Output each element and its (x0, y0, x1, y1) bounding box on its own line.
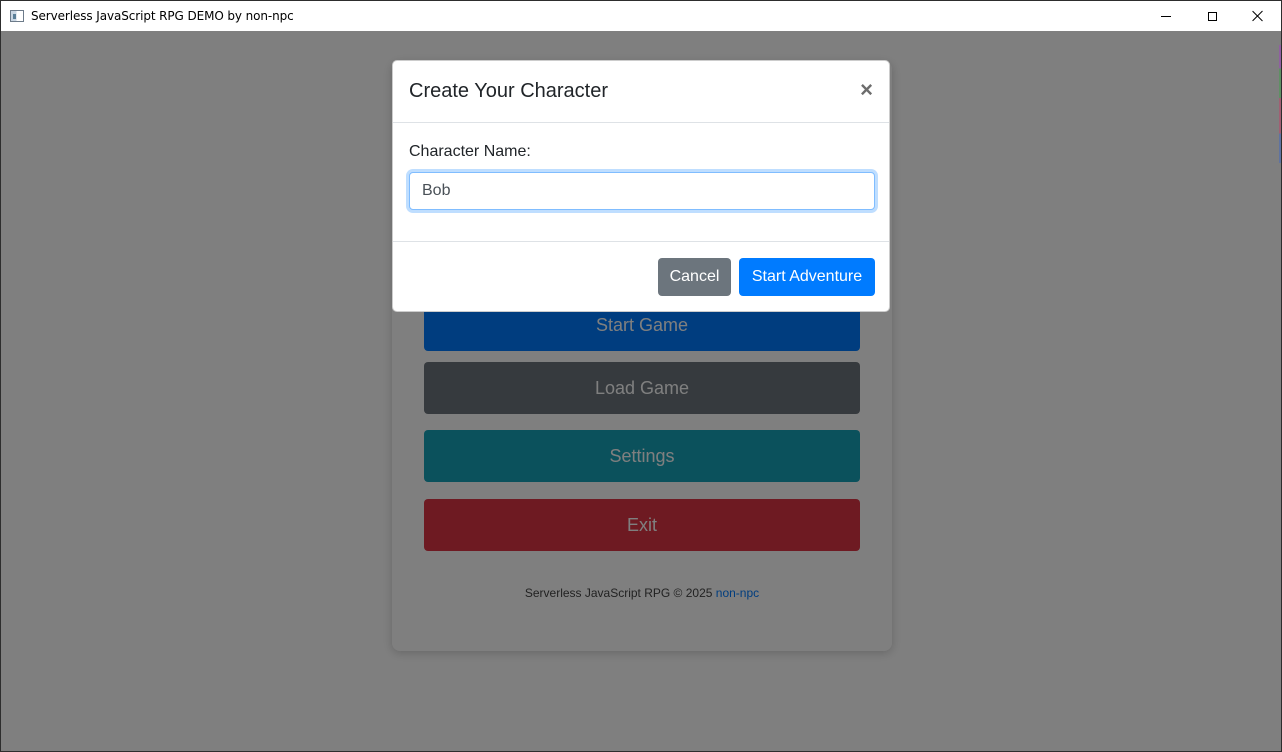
maximize-icon (1207, 11, 1217, 21)
start-adventure-button[interactable]: Start Adventure (739, 258, 875, 296)
create-character-modal: Create Your Character × Character Name: … (392, 60, 890, 312)
modal-body: Character Name: (393, 123, 889, 242)
content-area: Start Game Load Game Settings Exit Serve… (1, 31, 1281, 751)
modal-title: Create Your Character (409, 80, 609, 102)
modal-header: Create Your Character × (393, 61, 889, 123)
edge-artifact (1279, 45, 1281, 163)
window-title: Serverless JavaScript RPG DEMO by non-np… (31, 9, 294, 23)
modal-close-icon[interactable]: × (860, 79, 873, 101)
minimize-button[interactable] (1143, 1, 1189, 31)
modal-footer: Cancel Start Adventure (393, 242, 889, 311)
minimize-icon (1161, 15, 1171, 17)
app-icon (10, 10, 24, 22)
window-controls (1143, 1, 1281, 31)
character-name-input[interactable] (409, 172, 875, 210)
app-window: Serverless JavaScript RPG DEMO by non-np… (0, 0, 1282, 752)
character-name-label: Character Name: (409, 143, 531, 160)
close-icon (1252, 10, 1264, 22)
title-bar[interactable]: Serverless JavaScript RPG DEMO by non-np… (1, 1, 1281, 31)
maximize-button[interactable] (1189, 1, 1235, 31)
cancel-button[interactable]: Cancel (658, 258, 731, 296)
close-window-button[interactable] (1235, 1, 1281, 31)
